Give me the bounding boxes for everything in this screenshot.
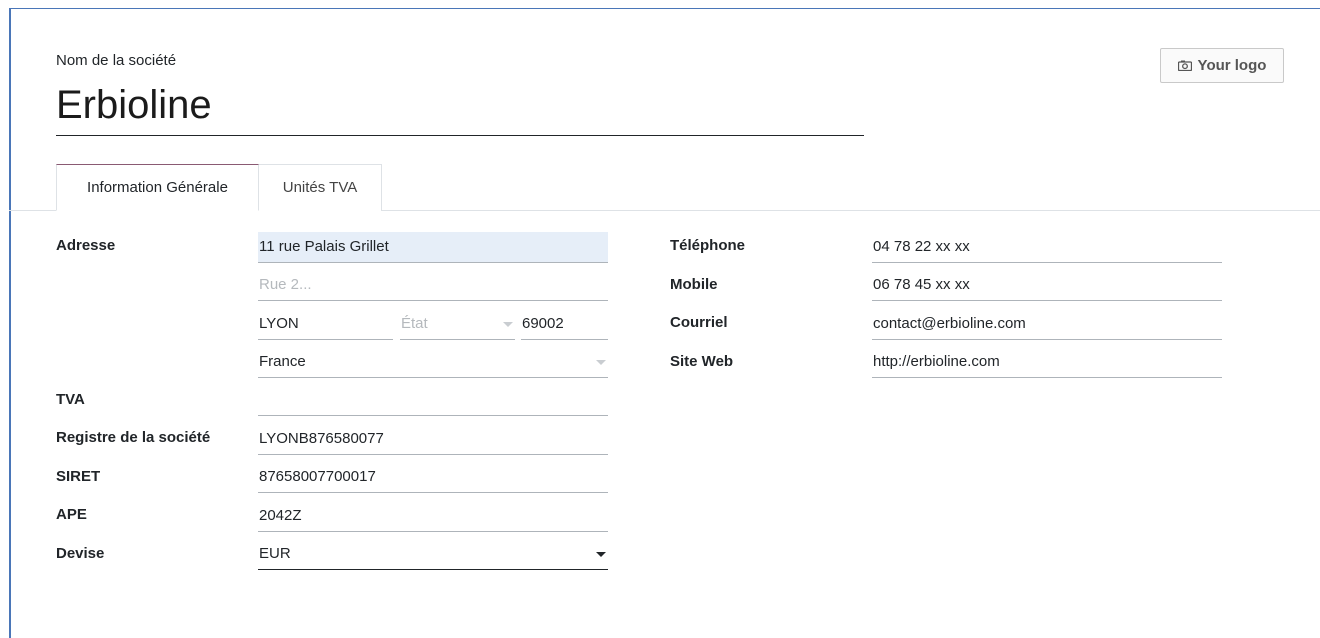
state-select[interactable]: État [400,309,515,340]
company-name-input[interactable]: Erbioline [56,76,864,136]
mobile-label: Mobile [670,276,718,293]
ape-label: APE [56,506,87,523]
email-input[interactable]: contact@erbioline.com [872,309,1222,340]
chevron-down-icon [596,552,606,557]
window-frame-left [9,8,11,638]
phone-label: Téléphone [670,237,746,254]
registry-input[interactable]: LYONB876580077 [258,424,608,455]
currency-label: Devise [56,545,105,562]
email-label: Courriel [670,314,728,331]
tab-information-generale[interactable]: Information Générale [56,164,259,211]
tva-label: TVA [56,391,85,408]
zip-input[interactable]: 69002 [521,309,608,340]
website-input[interactable]: http://erbioline.com [872,347,1222,378]
chevron-down-icon [503,322,513,327]
currency-value: EUR [259,545,291,562]
mobile-input[interactable]: 06 78 45 xx xx [872,270,1222,301]
city-input[interactable]: LYON [258,309,393,340]
camera-icon [1177,60,1192,71]
street2-input[interactable]: Rue 2... [258,270,608,301]
logo-button-label: Your logo [1197,57,1267,74]
siret-label: SIRET [56,468,101,485]
tva-input[interactable] [258,385,608,416]
street-input[interactable]: 11 rue Palais Grillet [258,232,608,263]
ape-input[interactable]: 2042Z [258,501,608,532]
website-label: Site Web [670,353,734,370]
window-frame-top [9,8,1320,9]
siret-input[interactable]: 87658007700017 [258,462,608,493]
country-select[interactable]: France [258,347,608,378]
currency-select[interactable]: EUR [258,539,608,570]
registry-label: Registre de la société [56,429,211,446]
state-placeholder: État [401,315,428,332]
tab-unites-tva[interactable]: Unités TVA [259,164,382,211]
chevron-down-icon [596,360,606,365]
country-value: France [259,353,306,370]
company-name-label: Nom de la société [56,52,177,69]
phone-input[interactable]: 04 78 22 xx xx [872,232,1222,263]
logo-upload-button[interactable]: Your logo [1160,48,1284,83]
address-label: Adresse [56,237,116,254]
